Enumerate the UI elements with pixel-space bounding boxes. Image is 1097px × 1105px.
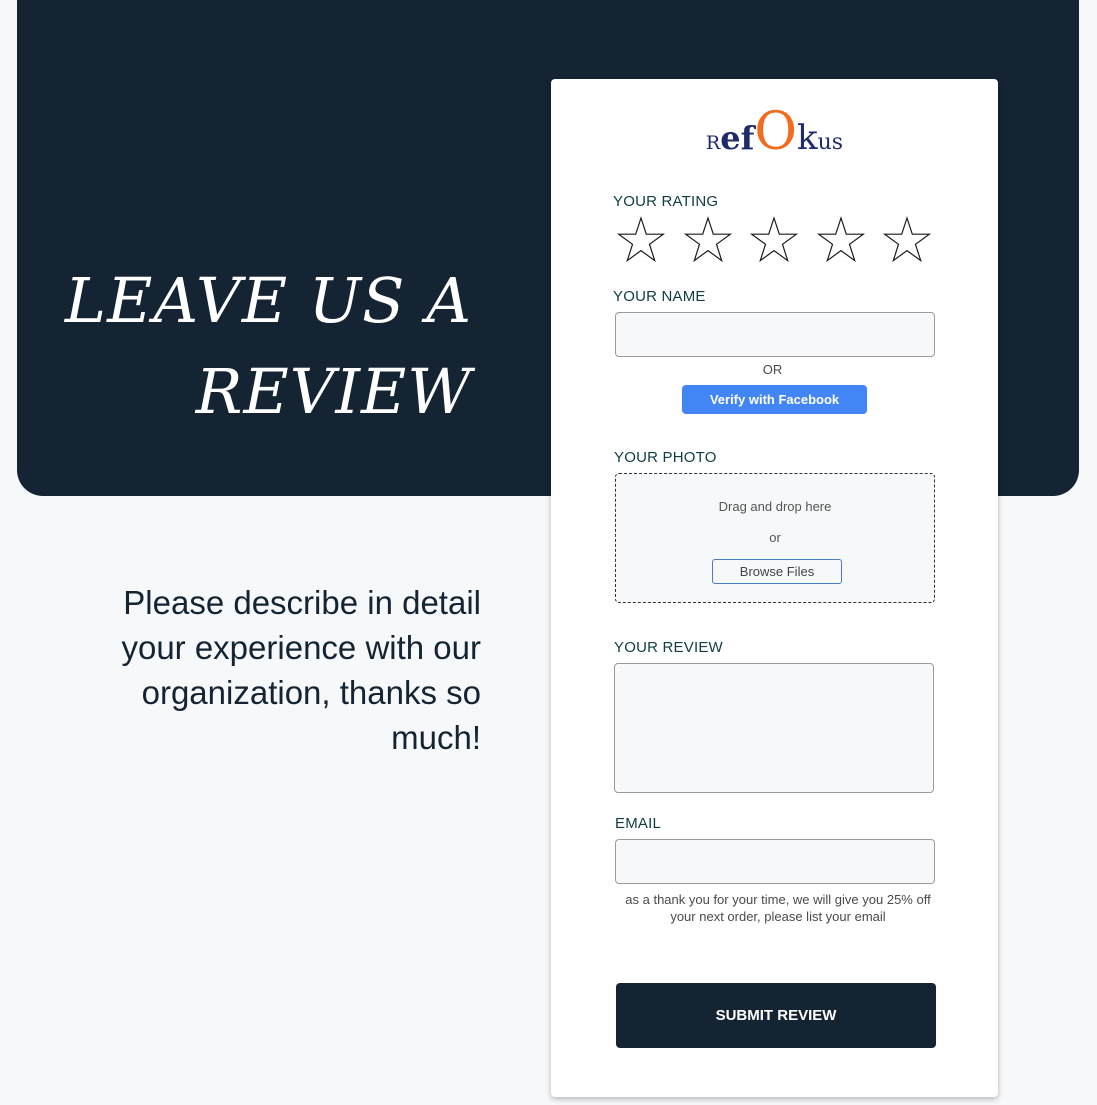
name-input[interactable] — [615, 312, 935, 357]
review-label: YOUR REVIEW — [614, 639, 723, 656]
review-textarea[interactable] — [614, 663, 934, 793]
or-separator: OR — [762, 362, 783, 377]
review-page: LEAVE US A REVIEW Please describe in det… — [0, 0, 1097, 1105]
logo-letter: O — [754, 102, 797, 162]
page-title-line1: LEAVE US A — [64, 264, 472, 337]
verify-facebook-button[interactable]: Verify with Facebook — [682, 385, 867, 414]
review-form-card: RefOkus YOUR RATING YOUR NAME OR Verify … — [551, 79, 998, 1097]
email-label: EMAIL — [615, 815, 662, 832]
logo-letter: ef — [720, 119, 755, 157]
brand-logo: RefOkus — [551, 106, 998, 158]
star-icon[interactable] — [746, 212, 813, 268]
submit-review-button[interactable]: SUBMIT REVIEW — [616, 983, 936, 1048]
star-icon[interactable] — [813, 212, 880, 268]
email-hint: as a thank you for your time, we will gi… — [625, 892, 931, 924]
name-label: YOUR NAME — [613, 288, 706, 305]
page-description: Please describe in detail your experienc… — [121, 584, 481, 756]
logo-letter: R — [705, 132, 721, 154]
star-rating — [613, 212, 946, 268]
rating-label: YOUR RATING — [613, 193, 719, 210]
dropzone-or: or — [769, 530, 781, 545]
page-title: LEAVE US A REVIEW — [2, 255, 472, 437]
photo-dropzone[interactable]: Drag and drop here or Browse Files — [615, 473, 935, 603]
dropzone-text: Drag and drop here — [718, 499, 832, 514]
email-input[interactable] — [615, 839, 935, 884]
browse-files-button[interactable]: Browse Files — [712, 559, 842, 584]
star-icon[interactable] — [680, 212, 747, 268]
star-icon[interactable] — [879, 212, 946, 268]
star-icon[interactable] — [613, 212, 680, 268]
photo-label: YOUR PHOTO — [614, 449, 717, 466]
page-title-line2: REVIEW — [195, 355, 472, 428]
logo-letter: us — [817, 130, 844, 155]
logo-letter: k — [797, 118, 818, 158]
